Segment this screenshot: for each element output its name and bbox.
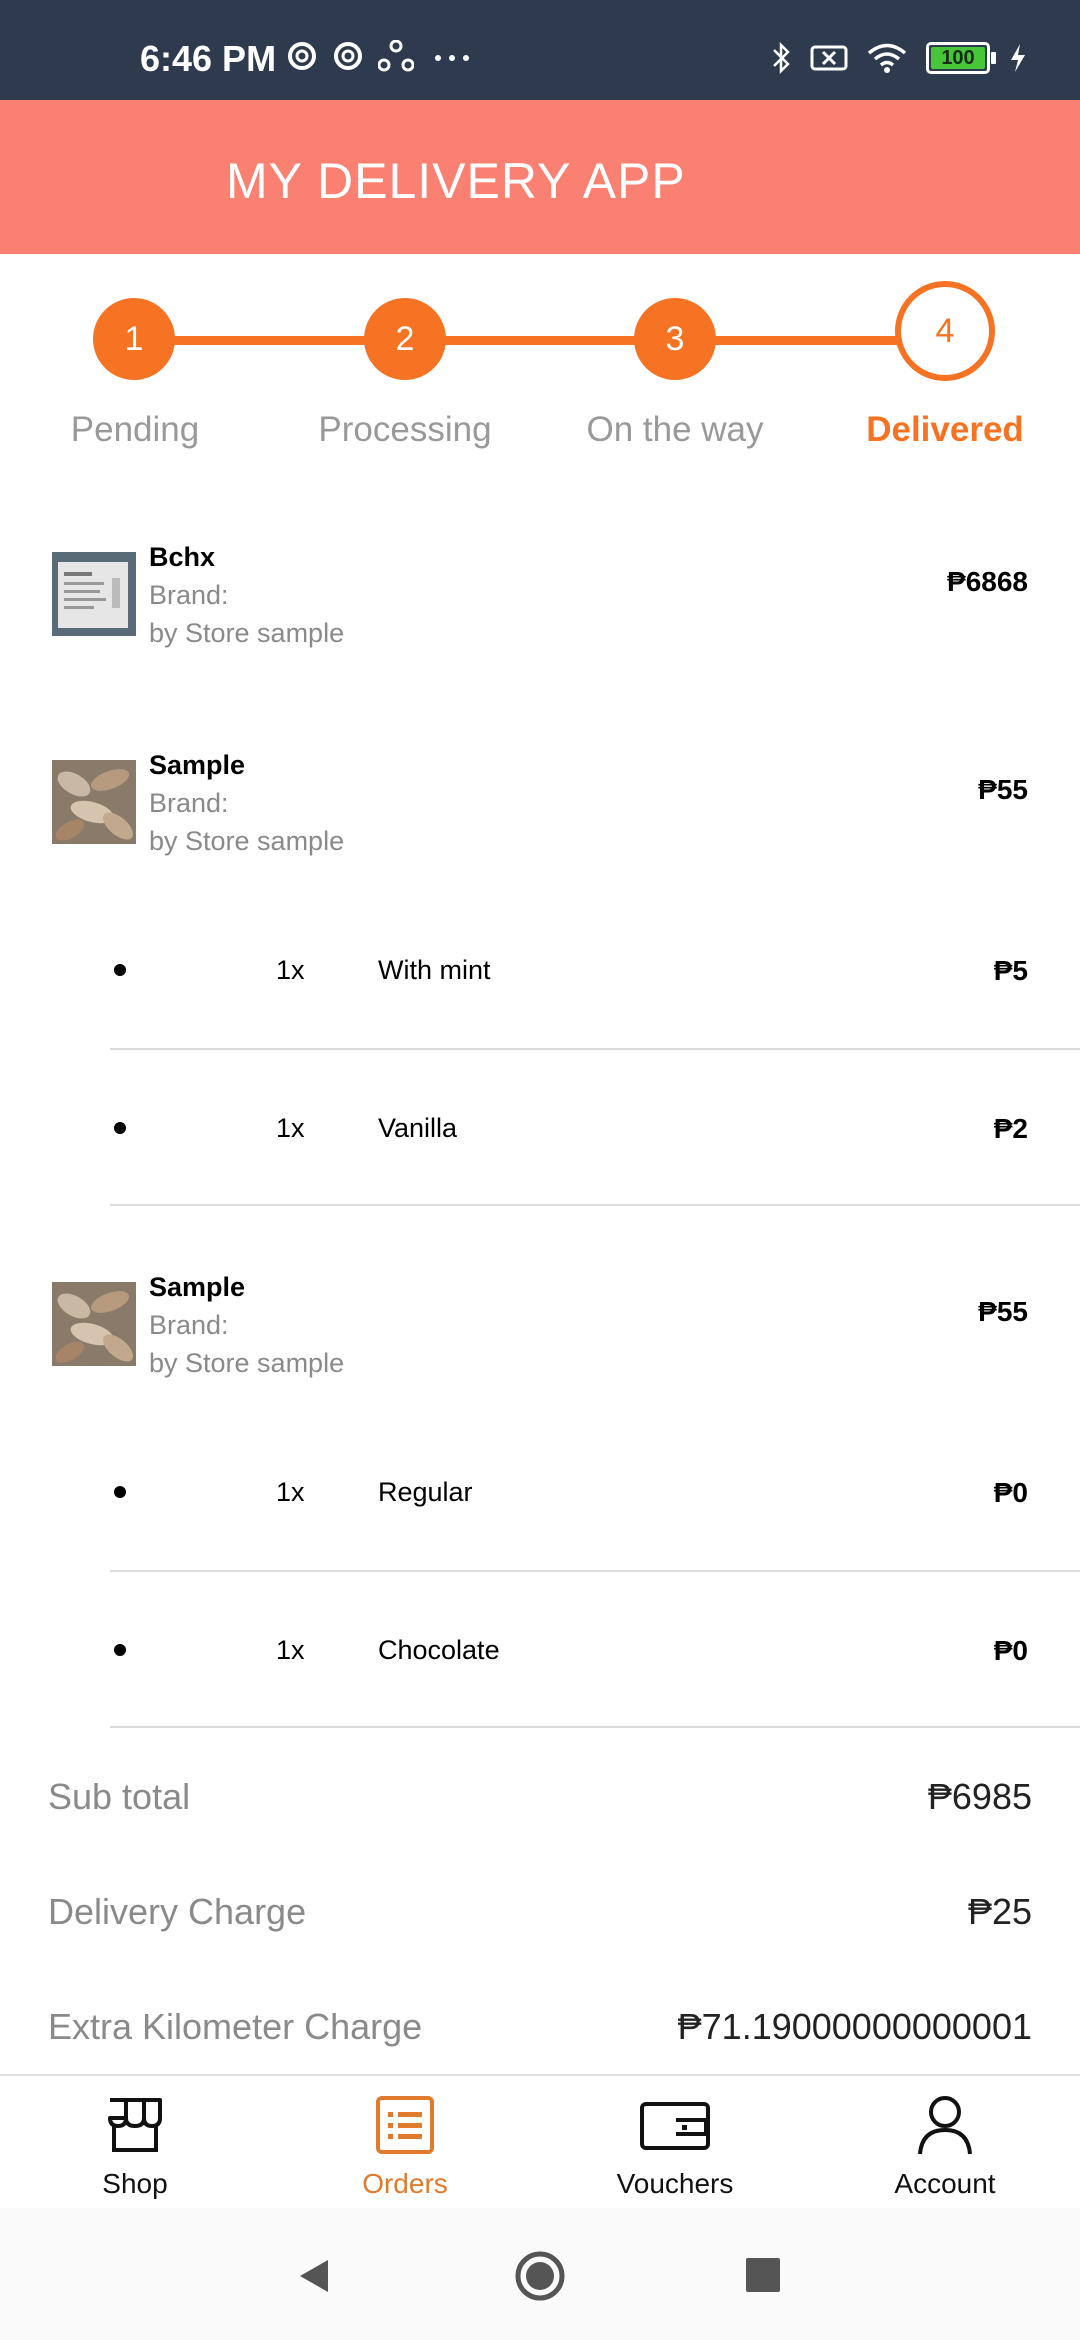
- extra-km-charge-row: Extra Kilometer Charge ₱71.1900000000000…: [48, 2006, 1032, 2066]
- battery-icon: 100: [926, 42, 996, 74]
- order-item: Sample Brand: by Store sample ₱55: [0, 748, 1080, 888]
- addon-quantity: 1x: [276, 1113, 305, 1143]
- nav-vouchers[interactable]: Vouchers: [540, 2090, 810, 2200]
- item-name: Sample: [149, 750, 246, 780]
- addon-price: ₱0: [993, 1635, 1028, 1666]
- step-2-circle: 2: [364, 298, 446, 380]
- item-name: Sample: [149, 1272, 246, 1302]
- bottom-navigation: Shop Orders Vouchers Account: [0, 2074, 1080, 2210]
- subtotal-label: Sub total: [48, 1776, 191, 1817]
- addon-quantity: 1x: [276, 1635, 305, 1665]
- wallet-icon: [640, 2102, 710, 2150]
- stepper-track: [134, 336, 944, 345]
- wifi-icon: [867, 43, 907, 73]
- bullet: [114, 1644, 126, 1656]
- status-notification-icons: [286, 40, 476, 72]
- addon-row: 1x Vanilla ₱2: [0, 1050, 1080, 1207]
- sim-off-icon: [810, 45, 848, 71]
- app-bar: MY DELIVERY APP: [0, 100, 1080, 254]
- charging-bolt-icon: [1011, 44, 1025, 72]
- item-store: by Store sample: [149, 826, 345, 856]
- status-time: 6:46 PM: [140, 38, 277, 79]
- nav-orders-label: Orders: [362, 2168, 448, 2199]
- delivery-charge-row: Delivery Charge ₱25: [48, 1891, 1032, 1951]
- step-label-delivered: Delivered: [866, 410, 1024, 449]
- nav-vouchers-label: Vouchers: [616, 2168, 734, 2199]
- addon-price: ₱2: [993, 1113, 1028, 1144]
- product-thumbnail: [52, 1282, 136, 1366]
- nav-account-label: Account: [894, 2168, 996, 2199]
- nav-shop[interactable]: Shop: [0, 2090, 270, 2200]
- addon-name: With mint: [378, 955, 491, 985]
- shop-icon: [108, 2098, 162, 2152]
- bullet: [114, 964, 126, 976]
- addon-name: Regular: [378, 1477, 473, 1507]
- item-brand: Brand:: [149, 580, 229, 610]
- item-price: ₱55: [978, 1296, 1028, 1327]
- item-store: by Store sample: [149, 618, 345, 648]
- addon-quantity: 1x: [276, 1477, 305, 1507]
- step-3-circle: 3: [634, 298, 716, 380]
- step-4-circle-active: 4: [895, 281, 995, 381]
- step-label-pending: Pending: [70, 410, 200, 449]
- extra-km-charge-value: ₱71.19000000000001: [677, 2006, 1032, 2047]
- notification-at-icon: [288, 42, 316, 70]
- status-system-icons: 100: [770, 40, 1028, 76]
- nav-account[interactable]: Account: [810, 2090, 1080, 2200]
- step-1-circle: 1: [93, 298, 175, 380]
- divider: [110, 1726, 1080, 1728]
- step-label-processing: Processing: [318, 410, 492, 449]
- order-status-stepper: 1 2 3 4 Pending Processing On the way De…: [0, 254, 1080, 474]
- addon-price: ₱0: [993, 1477, 1028, 1508]
- status-bar: 6:46 PM 100: [0, 0, 1080, 100]
- app-title: MY DELIVERY APP: [226, 153, 686, 209]
- item-price: ₱55: [978, 774, 1028, 805]
- item-brand: Brand:: [149, 1310, 229, 1340]
- account-icon: [918, 2096, 972, 2155]
- extra-km-charge-label: Extra Kilometer Charge: [48, 2006, 423, 2047]
- addon-price: ₱5: [993, 955, 1028, 986]
- divider: [110, 1204, 1080, 1206]
- subtotal-value: ₱6985: [927, 1776, 1032, 1817]
- addon-row: 1x Regular ₱0: [0, 1414, 1080, 1572]
- delivery-charge-label: Delivery Charge: [48, 1891, 307, 1932]
- nav-orders[interactable]: Orders: [270, 2090, 540, 2200]
- bullet: [114, 1486, 126, 1498]
- system-navigation-bar: [0, 2208, 1080, 2340]
- item-store: by Store sample: [149, 1348, 345, 1378]
- more-dots-icon: [435, 55, 469, 61]
- item-brand: Brand:: [149, 788, 229, 818]
- orders-icon: [376, 2096, 434, 2154]
- addon-quantity: 1x: [276, 955, 305, 985]
- product-thumbnail: [52, 760, 136, 844]
- addon-name: Vanilla: [378, 1113, 458, 1143]
- addon-name: Chocolate: [378, 1635, 500, 1665]
- order-item: Sample Brand: by Store sample ₱55: [0, 1270, 1080, 1410]
- notification-at-icon: [334, 42, 362, 70]
- subtotal-row: Sub total ₱6985: [48, 1776, 1032, 1836]
- item-price: ₱6868: [947, 566, 1028, 597]
- back-icon[interactable]: [296, 2256, 332, 2296]
- bullet: [114, 1122, 126, 1134]
- nav-shop-label: Shop: [102, 2168, 168, 2199]
- delivery-charge-value: ₱25: [967, 1891, 1032, 1932]
- order-item: Bchx Brand: by Store sample ₱6868: [0, 540, 1080, 680]
- home-icon[interactable]: [514, 2250, 566, 2302]
- battery-level: 100: [941, 46, 975, 69]
- bluetooth-icon: [773, 41, 790, 75]
- product-thumbnail: [52, 552, 136, 636]
- recent-apps-icon[interactable]: [746, 2258, 780, 2292]
- addon-row: 1x Chocolate ₱0: [0, 1572, 1080, 1729]
- addon-row: 1x With mint ₱5: [0, 892, 1080, 1050]
- step-label-on-the-way: On the way: [586, 410, 764, 449]
- share-icon: [378, 40, 414, 72]
- item-name: Bchx: [149, 542, 216, 572]
